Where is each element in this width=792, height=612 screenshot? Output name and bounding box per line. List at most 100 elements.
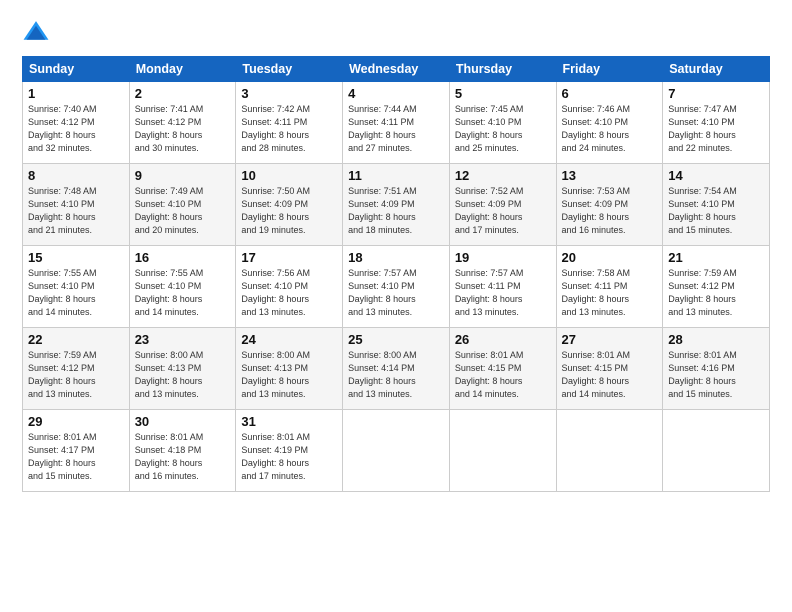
page: SundayMondayTuesdayWednesdayThursdayFrid… <box>0 0 792 612</box>
day-info: Sunrise: 8:00 AMSunset: 4:14 PMDaylight:… <box>348 349 444 401</box>
day-number: 13 <box>562 168 658 183</box>
day-cell: 11 Sunrise: 7:51 AMSunset: 4:09 PMDayligh… <box>343 164 450 246</box>
day-info: Sunrise: 7:56 AMSunset: 4:10 PMDaylight:… <box>241 267 337 319</box>
day-info: Sunrise: 7:45 AMSunset: 4:10 PMDaylight:… <box>455 103 551 155</box>
day-number: 4 <box>348 86 444 101</box>
day-cell: 24 Sunrise: 8:00 AMSunset: 4:13 PMDayligh… <box>236 328 343 410</box>
day-cell: 12Sunrise: 7:52 AMSunset: 4:09 PMDayligh… <box>449 164 556 246</box>
day-cell: 17 Sunrise: 7:56 AMSunset: 4:10 PMDayligh… <box>236 246 343 328</box>
day-cell: 16Sunrise: 7:55 AMSunset: 4:10 PMDayligh… <box>129 246 236 328</box>
day-info: Sunrise: 7:41 AMSunset: 4:12 PMDaylight:… <box>135 103 231 155</box>
day-info: Sunrise: 7:52 AMSunset: 4:09 PMDaylight:… <box>455 185 551 237</box>
header-friday: Friday <box>556 57 663 82</box>
day-cell: 10 Sunrise: 7:50 AMSunset: 4:09 PMDayligh… <box>236 164 343 246</box>
day-number: 3 <box>241 86 337 101</box>
day-cell: 28 Sunrise: 8:01 AMSunset: 4:16 PMDayligh… <box>663 328 770 410</box>
day-number: 19 <box>455 250 551 265</box>
day-number: 10 <box>241 168 337 183</box>
week-row-1: 1 Sunrise: 7:40 AMSunset: 4:12 PMDaylight… <box>23 82 770 164</box>
day-info: Sunrise: 7:55 AMSunset: 4:10 PMDaylight:… <box>28 267 124 319</box>
day-info: Sunrise: 8:00 AMSunset: 4:13 PMDaylight:… <box>135 349 231 401</box>
day-number: 1 <box>28 86 124 101</box>
day-number: 15 <box>28 250 124 265</box>
day-cell <box>449 410 556 492</box>
day-number: 2 <box>135 86 231 101</box>
day-info: Sunrise: 8:01 AMSunset: 4:19 PMDaylight:… <box>241 431 337 483</box>
day-number: 27 <box>562 332 658 347</box>
day-number: 31 <box>241 414 337 429</box>
day-info: Sunrise: 7:59 AMSunset: 4:12 PMDaylight:… <box>668 267 764 319</box>
day-cell: 23Sunrise: 8:00 AMSunset: 4:13 PMDayligh… <box>129 328 236 410</box>
top-area <box>22 18 770 46</box>
day-number: 21 <box>668 250 764 265</box>
day-info: Sunrise: 7:40 AMSunset: 4:12 PMDaylight:… <box>28 103 124 155</box>
day-cell: 13 Sunrise: 7:53 AMSunset: 4:09 PMDayligh… <box>556 164 663 246</box>
day-info: Sunrise: 8:01 AMSunset: 4:17 PMDaylight:… <box>28 431 124 483</box>
header-row: SundayMondayTuesdayWednesdayThursdayFrid… <box>23 57 770 82</box>
day-info: Sunrise: 8:00 AMSunset: 4:13 PMDaylight:… <box>241 349 337 401</box>
day-number: 24 <box>241 332 337 347</box>
logo-icon <box>22 18 50 46</box>
day-cell: 20 Sunrise: 7:58 AMSunset: 4:11 PMDayligh… <box>556 246 663 328</box>
day-number: 14 <box>668 168 764 183</box>
day-number: 22 <box>28 332 124 347</box>
day-cell: 4 Sunrise: 7:44 AMSunset: 4:11 PMDaylight… <box>343 82 450 164</box>
day-number: 25 <box>348 332 444 347</box>
day-number: 30 <box>135 414 231 429</box>
day-cell: 22 Sunrise: 7:59 AMSunset: 4:12 PMDayligh… <box>23 328 130 410</box>
week-row-3: 15 Sunrise: 7:55 AMSunset: 4:10 PMDayligh… <box>23 246 770 328</box>
day-info: Sunrise: 7:54 AMSunset: 4:10 PMDaylight:… <box>668 185 764 237</box>
day-cell: 14 Sunrise: 7:54 AMSunset: 4:10 PMDayligh… <box>663 164 770 246</box>
day-cell: 1 Sunrise: 7:40 AMSunset: 4:12 PMDaylight… <box>23 82 130 164</box>
day-number: 8 <box>28 168 124 183</box>
header-monday: Monday <box>129 57 236 82</box>
day-info: Sunrise: 7:51 AMSunset: 4:09 PMDaylight:… <box>348 185 444 237</box>
day-cell: 2 Sunrise: 7:41 AMSunset: 4:12 PMDaylight… <box>129 82 236 164</box>
day-cell: 26 Sunrise: 8:01 AMSunset: 4:15 PMDayligh… <box>449 328 556 410</box>
day-cell: 31 Sunrise: 8:01 AMSunset: 4:19 PMDayligh… <box>236 410 343 492</box>
day-info: Sunrise: 8:01 AMSunset: 4:15 PMDaylight:… <box>455 349 551 401</box>
week-row-2: 8 Sunrise: 7:48 AMSunset: 4:10 PMDaylight… <box>23 164 770 246</box>
day-cell: 21 Sunrise: 7:59 AMSunset: 4:12 PMDayligh… <box>663 246 770 328</box>
day-cell: 5 Sunrise: 7:45 AMSunset: 4:10 PMDaylight… <box>449 82 556 164</box>
day-info: Sunrise: 7:58 AMSunset: 4:11 PMDaylight:… <box>562 267 658 319</box>
day-number: 11 <box>348 168 444 183</box>
day-cell: 15 Sunrise: 7:55 AMSunset: 4:10 PMDayligh… <box>23 246 130 328</box>
week-row-5: 29Sunrise: 8:01 AMSunset: 4:17 PMDayligh… <box>23 410 770 492</box>
day-cell <box>556 410 663 492</box>
day-info: Sunrise: 7:59 AMSunset: 4:12 PMDaylight:… <box>28 349 124 401</box>
day-number: 26 <box>455 332 551 347</box>
day-info: Sunrise: 7:47 AMSunset: 4:10 PMDaylight:… <box>668 103 764 155</box>
day-cell: 6 Sunrise: 7:46 AMSunset: 4:10 PMDaylight… <box>556 82 663 164</box>
day-info: Sunrise: 7:50 AMSunset: 4:09 PMDaylight:… <box>241 185 337 237</box>
day-cell: 8 Sunrise: 7:48 AMSunset: 4:10 PMDaylight… <box>23 164 130 246</box>
day-info: Sunrise: 8:01 AMSunset: 4:18 PMDaylight:… <box>135 431 231 483</box>
day-number: 28 <box>668 332 764 347</box>
day-cell: 19 Sunrise: 7:57 AMSunset: 4:11 PMDayligh… <box>449 246 556 328</box>
header-saturday: Saturday <box>663 57 770 82</box>
day-number: 17 <box>241 250 337 265</box>
day-info: Sunrise: 7:53 AMSunset: 4:09 PMDaylight:… <box>562 185 658 237</box>
day-number: 20 <box>562 250 658 265</box>
week-row-4: 22 Sunrise: 7:59 AMSunset: 4:12 PMDayligh… <box>23 328 770 410</box>
day-info: Sunrise: 7:46 AMSunset: 4:10 PMDaylight:… <box>562 103 658 155</box>
header-thursday: Thursday <box>449 57 556 82</box>
day-info: Sunrise: 7:57 AMSunset: 4:10 PMDaylight:… <box>348 267 444 319</box>
day-number: 6 <box>562 86 658 101</box>
day-info: Sunrise: 8:01 AMSunset: 4:16 PMDaylight:… <box>668 349 764 401</box>
header-wednesday: Wednesday <box>343 57 450 82</box>
day-info: Sunrise: 7:49 AMSunset: 4:10 PMDaylight:… <box>135 185 231 237</box>
day-info: Sunrise: 7:57 AMSunset: 4:11 PMDaylight:… <box>455 267 551 319</box>
calendar-table: SundayMondayTuesdayWednesdayThursdayFrid… <box>22 56 770 492</box>
day-info: Sunrise: 7:48 AMSunset: 4:10 PMDaylight:… <box>28 185 124 237</box>
day-cell: 9 Sunrise: 7:49 AMSunset: 4:10 PMDaylight… <box>129 164 236 246</box>
day-info: Sunrise: 7:55 AMSunset: 4:10 PMDaylight:… <box>135 267 231 319</box>
day-cell: 7Sunrise: 7:47 AMSunset: 4:10 PMDaylight… <box>663 82 770 164</box>
day-number: 9 <box>135 168 231 183</box>
day-number: 5 <box>455 86 551 101</box>
day-number: 18 <box>348 250 444 265</box>
day-cell: 30 Sunrise: 8:01 AMSunset: 4:18 PMDayligh… <box>129 410 236 492</box>
header-sunday: Sunday <box>23 57 130 82</box>
day-info: Sunrise: 7:44 AMSunset: 4:11 PMDaylight:… <box>348 103 444 155</box>
day-cell: 27Sunrise: 8:01 AMSunset: 4:15 PMDayligh… <box>556 328 663 410</box>
